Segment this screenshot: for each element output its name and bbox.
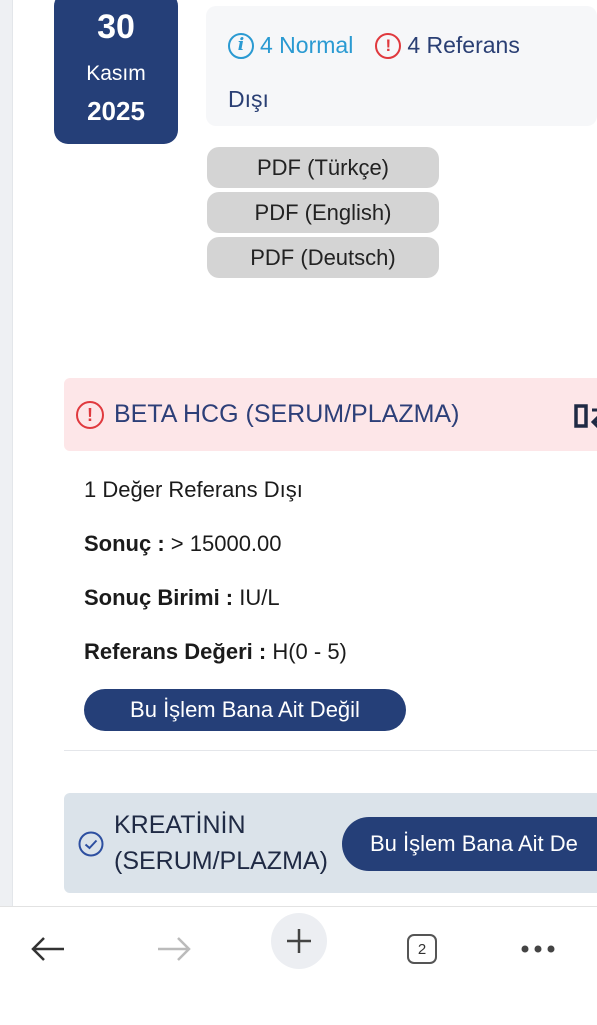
arrow-left-icon [31,937,64,961]
abnormal-count-label-cont: Dışı [228,86,269,112]
unit-label: Sonuç Birimi : [84,585,234,610]
normal-count-label: 4 Normal [260,32,354,58]
browser-bottom-bar: 2 [0,906,597,1025]
plus-icon [287,929,311,953]
left-rail [0,0,13,906]
forward-button[interactable] [146,921,202,977]
result-row: Sonuç : > 15000.00 [84,531,282,557]
test-title-line2: (SERUM/PLAZMA) [114,847,328,875]
test-title: KREATİNİN (SERUM/PLAZMA) [114,807,328,879]
test-title: BETA HCG (SERUM/PLAZMA) [114,400,460,428]
result-label: Sonuç : [84,531,165,556]
more-dots-icon [521,945,555,953]
test-title-line1: KREATİNİN [114,811,246,839]
date-day: 30 [97,8,135,46]
reference-value: H(0 - 5) [272,639,347,664]
pdf-english-button[interactable]: PDF (English) [207,192,439,233]
date-badge: 30 Kasım 2025 [54,0,178,144]
unit-row: Sonuç Birimi : IU/L [84,585,280,611]
check-circle-icon [78,831,104,857]
not-mine-button[interactable]: Bu İşlem Bana Ait Değil [84,689,406,731]
pdf-deutsch-button[interactable]: PDF (Deutsch) [207,237,439,278]
result-summary: i 4 Normal ! 4 Referans Dışı [206,6,597,126]
abnormal-count[interactable]: ! 4 Referans [375,32,520,59]
alert-icon: ! [375,32,402,59]
date-month: Kasım [86,62,146,85]
abnormal-count-label: 4 Referans [407,32,520,58]
compare-icon[interactable] [574,400,597,434]
alert-icon: ! [76,401,104,429]
unit-value: IU/L [239,585,280,610]
out-of-range-note: 1 Değer Referans Dışı [84,477,303,502]
back-button[interactable] [20,921,76,977]
arrow-right-icon [158,937,191,961]
menu-button[interactable] [510,921,566,977]
reference-row: Referans Değeri : H(0 - 5) [84,639,347,665]
kreatinin-header[interactable]: KREATİNİN (SERUM/PLAZMA) Bu İşlem Bana A… [64,793,597,893]
date-year: 2025 [87,96,145,126]
beta-hcg-header[interactable]: ! BETA HCG (SERUM/PLAZMA) [64,378,597,451]
divider [64,750,597,751]
normal-count[interactable]: i 4 Normal [228,32,353,59]
result-value: > 15000.00 [170,531,282,556]
new-tab-button[interactable] [271,913,327,969]
reference-label: Referans Değeri : [84,639,267,664]
not-mine-button[interactable]: Bu İşlem Bana Ait De [342,817,597,871]
tabs-button[interactable]: 2 [394,921,450,977]
tab-count: 2 [407,934,437,964]
info-icon: i [228,32,254,59]
pdf-turkish-button[interactable]: PDF (Türkçe) [207,147,439,188]
